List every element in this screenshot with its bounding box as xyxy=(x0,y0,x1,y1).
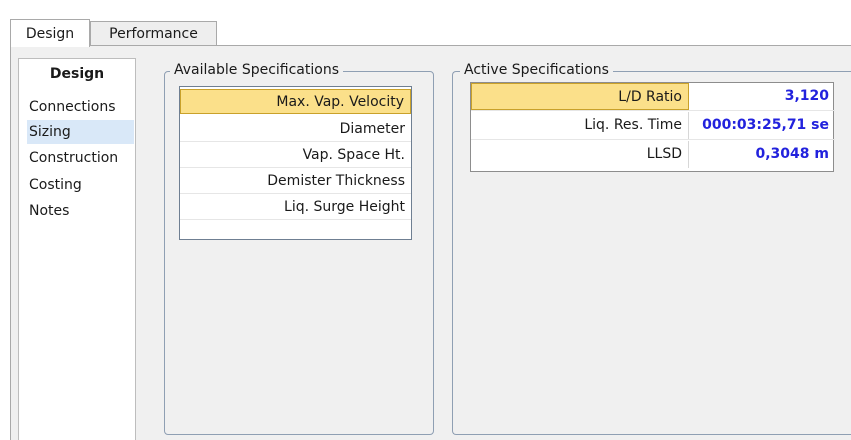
spec-item-label: Demister Thickness xyxy=(267,173,405,189)
spec-value-cell[interactable]: 000:03:25,71 se xyxy=(689,112,835,139)
tab-design[interactable]: Design xyxy=(10,19,90,47)
spec-value-cell[interactable]: 0,3048 m xyxy=(689,141,835,168)
spec-item-label: Vap. Space Ht. xyxy=(302,147,405,163)
nav-item-label: Notes xyxy=(29,203,70,219)
tab-performance[interactable]: Performance xyxy=(90,21,217,46)
tab-label: Design xyxy=(25,25,75,42)
nav-item-label: Sizing xyxy=(29,124,71,140)
active-specs-legend: Active Specifications xyxy=(460,61,613,79)
spec-item-label: Max. Vap. Velocity xyxy=(276,94,404,110)
nav-item-label: Costing xyxy=(29,177,82,193)
active-specs-table: L/D Ratio 3,120 Liq. Res. Time 000:03:25… xyxy=(470,82,835,172)
spec-item-max-vap-velocity[interactable]: Max. Vap. Velocity xyxy=(180,89,411,114)
nav-item-label: Construction xyxy=(29,150,119,166)
available-specs-legend: Available Specifications xyxy=(170,61,343,79)
spec-item-demister-thickness[interactable]: Demister Thickness xyxy=(180,169,411,194)
nav-item-label: Connections xyxy=(29,99,116,115)
spec-name-cell[interactable]: Liq. Res. Time xyxy=(471,112,689,139)
spec-value-cell[interactable]: 3,120 xyxy=(689,83,835,110)
spec-item-liq-surge-height[interactable]: Liq. Surge Height xyxy=(180,195,411,220)
spec-item-label: Liq. Surge Height xyxy=(284,199,405,215)
nav-header[interactable]: Design xyxy=(18,58,136,88)
nav-item-construction[interactable]: Construction xyxy=(27,146,135,170)
nav-item-connections[interactable]: Connections xyxy=(27,95,135,119)
nav-list: Connections Sizing Construction Costing … xyxy=(18,87,136,440)
spec-item-label: Diameter xyxy=(339,121,405,137)
tab-label: Performance xyxy=(109,26,198,42)
table-row[interactable]: L/D Ratio 3,120 xyxy=(471,83,835,111)
spec-item-diameter[interactable]: Diameter xyxy=(180,117,411,142)
available-specs-list[interactable]: Max. Vap. Velocity Diameter Vap. Space H… xyxy=(179,86,412,240)
nav-item-notes[interactable]: Notes xyxy=(27,199,135,223)
spec-item-vap-space-ht[interactable]: Vap. Space Ht. xyxy=(180,143,411,168)
spec-name-cell[interactable]: L/D Ratio xyxy=(471,83,689,110)
nav-item-sizing[interactable]: Sizing xyxy=(27,120,134,144)
nav-header-label: Design xyxy=(49,65,105,82)
table-row[interactable]: Liq. Res. Time 000:03:25,71 se xyxy=(471,112,835,140)
spec-name-cell[interactable]: LLSD xyxy=(471,141,689,168)
nav-item-costing[interactable]: Costing xyxy=(27,173,135,197)
table-row[interactable]: LLSD 0,3048 m xyxy=(471,141,835,169)
